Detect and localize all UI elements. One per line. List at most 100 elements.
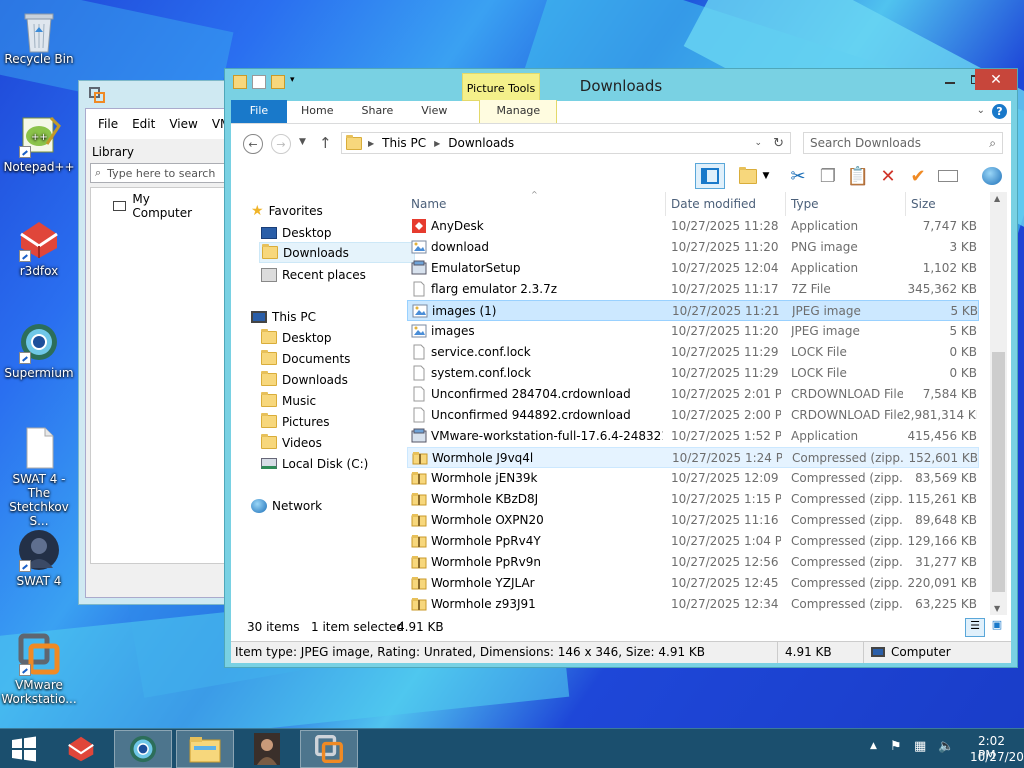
vmware-menu-view[interactable]: View <box>169 117 197 131</box>
file-row[interactable]: download 10/27/2025 11:20 ... PNG image 3 K… <box>407 237 979 258</box>
expand-ribbon-icon[interactable]: ⌄ <box>977 105 985 116</box>
taskbar-vmware[interactable] <box>300 730 358 768</box>
nav-network[interactable]: Network <box>251 495 322 516</box>
nav-pc-videos[interactable]: Videos <box>261 432 322 453</box>
taskbar-swat4[interactable] <box>238 730 296 768</box>
desktop-icon-swat4-document[interactable]: SWAT 4 - The Stetchkov S... <box>1 426 77 528</box>
navigation-pane-icon[interactable] <box>695 163 725 189</box>
file-row[interactable]: Wormhole PpRv9n 10/27/2025 12:56 ... Compr… <box>407 552 979 573</box>
nav-this-pc[interactable]: This PC <box>251 306 316 327</box>
back-button[interactable]: ← <box>243 134 263 154</box>
large-icons-view-button[interactable]: ▣ <box>987 618 1007 637</box>
vmware-window[interactable]: File Edit View VM Library ⌕ Type here to… <box>78 80 238 605</box>
rename-icon[interactable] <box>935 163 961 189</box>
copy-icon[interactable]: ❐ <box>815 163 841 189</box>
details-view-button[interactable]: ☰ <box>965 618 985 637</box>
file-row[interactable]: Unconfirmed 284704.crdownload 10/27/2025 … <box>407 384 979 405</box>
file-row[interactable]: Wormhole z93J91 10/27/2025 12:34 ... Compr… <box>407 594 979 615</box>
file-row[interactable]: service.conf.lock 10/27/2025 11:29 ... LOC… <box>407 342 979 363</box>
file-row[interactable]: images (1) 10/27/2025 11:21 ... JPEG image… <box>407 300 979 321</box>
file-row[interactable]: Wormhole J9vq4l 10/27/2025 1:24 PM Compres… <box>407 447 979 468</box>
desktop-icon-supermium[interactable]: Supermium <box>1 320 77 380</box>
tab-file[interactable]: File <box>231 100 287 123</box>
vmware-menu-file[interactable]: File <box>98 117 118 131</box>
file-row[interactable]: Wormhole jEN39k 10/27/2025 12:09 ... Compr… <box>407 468 979 489</box>
nav-pc-documents[interactable]: Documents <box>261 348 350 369</box>
help-icon[interactable]: ? <box>992 104 1007 119</box>
breadcrumb-downloads[interactable]: Downloads <box>448 136 514 150</box>
nav-pc-pictures[interactable]: Pictures <box>261 411 330 432</box>
delete-icon[interactable]: ✕ <box>875 163 901 189</box>
nav-favorites[interactable]: ★ Favorites <box>251 200 323 221</box>
file-row[interactable]: Wormhole YZJLAr 10/27/2025 12:45 ... Compr… <box>407 573 979 594</box>
nav-pc-music[interactable]: Music <box>261 390 316 411</box>
file-explorer-window[interactable]: ▾ Picture Tools Downloads ✕ File Home Sh… <box>224 68 1018 668</box>
file-row[interactable]: Wormhole KBzD8J 10/27/2025 1:15 PM Compres… <box>407 489 979 510</box>
column-type[interactable]: Type <box>791 197 819 211</box>
up-button[interactable]: ↑ <box>319 134 332 152</box>
file-row[interactable]: AnyDesk 10/27/2025 11:28 ... Application 7,… <box>407 216 979 237</box>
globe-icon[interactable] <box>979 163 1005 189</box>
desktop-icon-vmware[interactable]: VMware Workstatio... <box>1 632 77 706</box>
forward-button[interactable]: → <box>271 134 291 154</box>
action-center-icon[interactable]: ⚑ <box>890 739 902 754</box>
scroll-up-icon[interactable]: ▲ <box>994 194 1000 203</box>
vmware-library-search[interactable]: ⌕ Type here to search <box>90 163 232 183</box>
address-bar[interactable]: ▶ This PC ▶ Downloads ⌄ ↻ <box>341 132 791 154</box>
desktop-icon-recycle-bin[interactable]: Recycle Bin <box>1 6 77 66</box>
file-row[interactable]: Unconfirmed 944892.crdownload 10/27/2025 … <box>407 405 979 426</box>
column-date-modified[interactable]: Date modified <box>671 197 756 211</box>
network-status-icon[interactable]: ▦ <box>914 739 926 754</box>
desktop-icon-r3dfox[interactable]: r3dfox <box>1 218 77 278</box>
desktop-icon-notepad-plus-plus[interactable]: ++ Notepad++ <box>1 114 77 174</box>
file-row[interactable]: system.conf.lock 10/27/2025 11:29 ... LOCK… <box>407 363 979 384</box>
taskbar-file-explorer[interactable] <box>176 730 234 768</box>
file-row[interactable]: VMware-workstation-full-17.6.4-24832109 1… <box>407 426 979 447</box>
nav-pc-downloads[interactable]: Downloads <box>261 369 348 390</box>
show-hidden-icons-icon[interactable]: ▲ <box>870 741 877 751</box>
file-row[interactable]: Wormhole PpRv4Y 10/27/2025 1:04 PM Compres… <box>407 531 979 552</box>
file-row[interactable]: flarg emulator 2.3.7z 10/27/2025 11:17 ..… <box>407 279 979 300</box>
file-row[interactable]: Wormhole OXPN20 10/27/2025 11:16 ... Compr… <box>407 510 979 531</box>
nav-recent-places[interactable]: Recent places <box>261 264 366 285</box>
column-size[interactable]: Size <box>911 197 936 211</box>
desktop-icon-swat4[interactable]: SWAT 4 <box>1 528 77 588</box>
column-divider[interactable] <box>665 192 666 216</box>
column-name[interactable]: Name <box>411 197 446 211</box>
open-folder-icon[interactable] <box>735 163 761 189</box>
clock-date[interactable]: 10/27/2025 <box>970 750 1024 764</box>
tree-item-my-computer[interactable]: My Computer <box>113 192 209 220</box>
dropdown-arrow-icon[interactable]: ▼ <box>759 163 773 189</box>
file-row[interactable]: images 10/27/2025 11:20 ... JPEG image 5 KB <box>407 321 979 342</box>
taskbar-r3dfox[interactable] <box>52 730 110 768</box>
tab-manage[interactable]: Manage <box>479 100 558 123</box>
paste-icon[interactable]: 📋 <box>845 163 871 189</box>
vmware-menu-edit[interactable]: Edit <box>132 117 155 131</box>
column-divider[interactable] <box>905 192 906 216</box>
search-box[interactable]: Search Downloads ⌕ <box>803 132 1003 154</box>
cut-icon[interactable]: ✂ <box>785 163 811 189</box>
close-button[interactable]: ✕ <box>975 69 1017 90</box>
title-bar[interactable]: ▾ Picture Tools Downloads ✕ <box>225 69 1017 101</box>
scroll-down-icon[interactable]: ▼ <box>994 604 1000 613</box>
refresh-icon[interactable]: ↻ <box>773 136 784 151</box>
tab-home[interactable]: Home <box>287 100 347 123</box>
tab-view[interactable]: View <box>407 100 461 123</box>
nav-pc-local-disk[interactable]: Local Disk (C:) <box>261 453 368 474</box>
scrollbar-thumb[interactable] <box>992 352 1005 592</box>
nav-favorites-desktop[interactable]: Desktop <box>261 222 332 243</box>
start-button[interactable] <box>0 730 48 768</box>
nav-favorites-downloads[interactable]: Downloads <box>259 242 415 263</box>
column-divider[interactable] <box>785 192 786 216</box>
file-row[interactable]: EmulatorSetup 10/27/2025 12:04 ... Applica… <box>407 258 979 279</box>
minimize-button[interactable] <box>937 69 963 90</box>
volume-icon[interactable]: 🔈 <box>938 739 954 754</box>
taskbar-supermium[interactable] <box>114 730 172 768</box>
vertical-scrollbar[interactable]: ▲ ▼ <box>990 192 1007 615</box>
breadcrumb-this-pc[interactable]: This PC <box>382 136 426 150</box>
checkmark-icon[interactable]: ✔ <box>905 163 931 189</box>
tab-share[interactable]: Share <box>347 100 407 123</box>
address-dropdown-icon[interactable]: ⌄ <box>754 138 762 148</box>
nav-pc-desktop[interactable]: Desktop <box>261 327 332 348</box>
recent-locations-button[interactable]: ▼ <box>299 137 306 147</box>
